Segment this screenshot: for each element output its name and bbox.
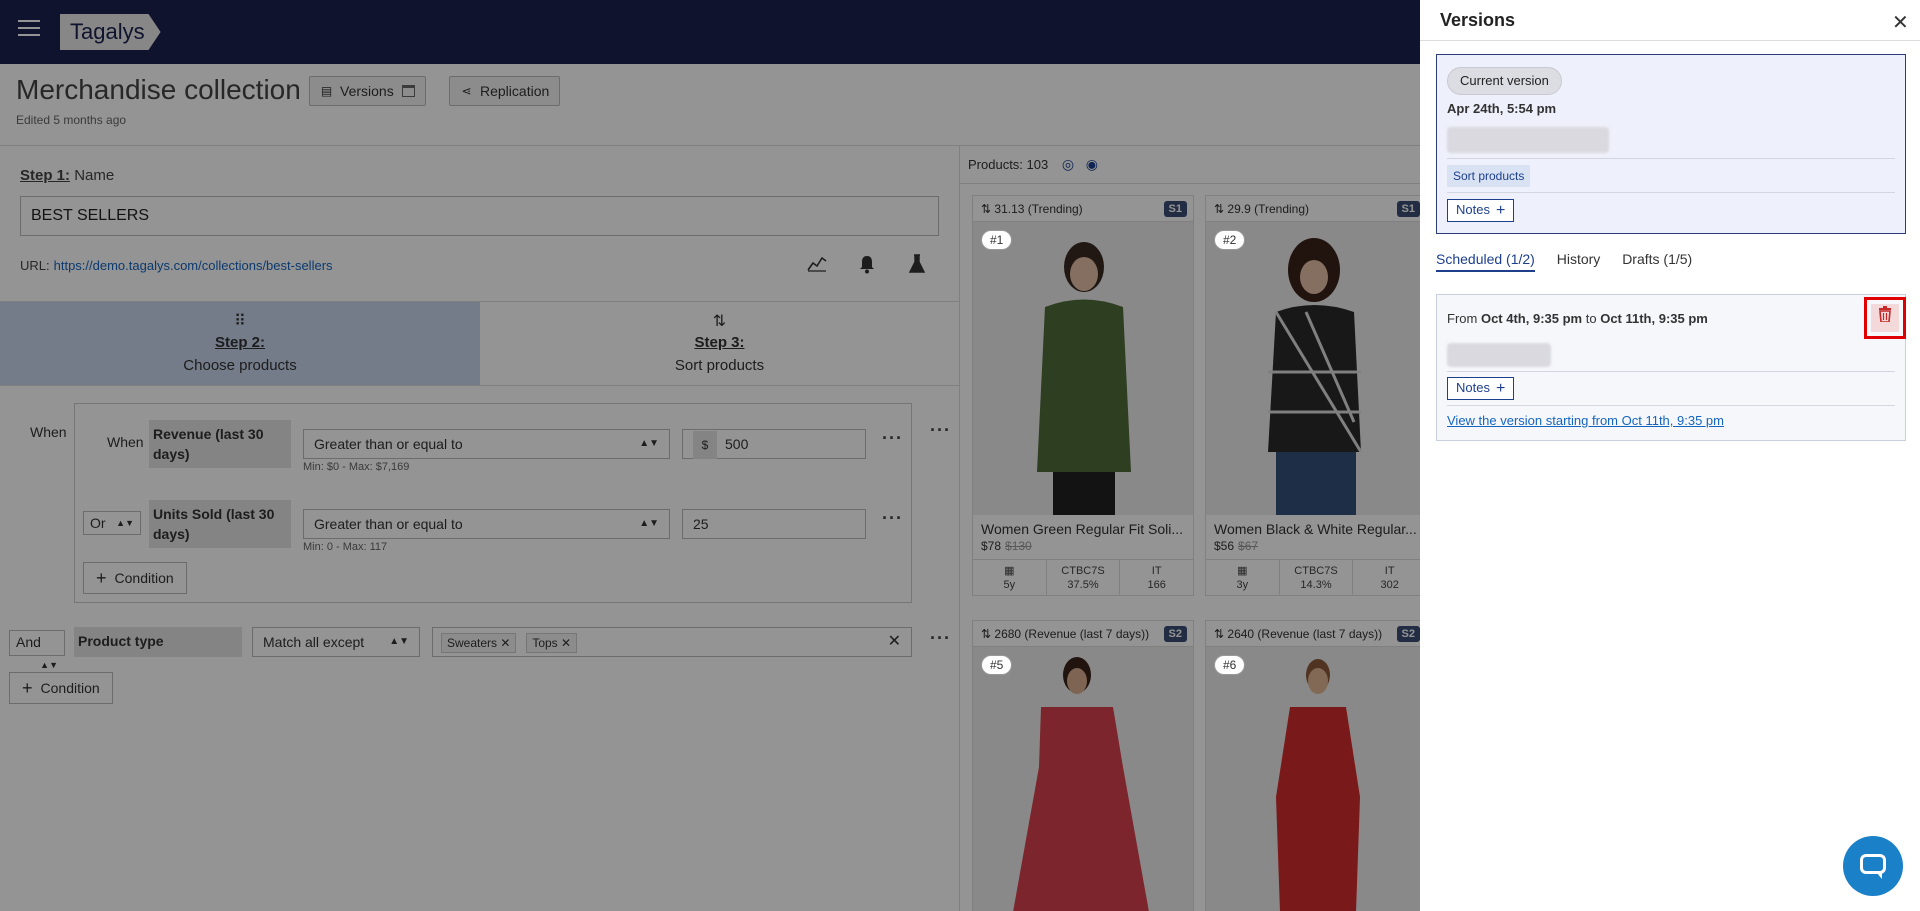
redacted-name bbox=[1447, 127, 1609, 153]
tab-drafts[interactable]: Drafts (1/5) bbox=[1622, 248, 1692, 270]
plus-icon: + bbox=[1495, 380, 1506, 397]
notes-button[interactable]: Notes + bbox=[1447, 377, 1515, 400]
versions-panel: Versions ✕ Current version Apr 24th, 5:5… bbox=[1420, 0, 1920, 911]
chat-support-button[interactable] bbox=[1843, 836, 1903, 896]
close-icon[interactable]: ✕ bbox=[1892, 10, 1909, 35]
modal-backdrop[interactable] bbox=[0, 0, 1420, 911]
delete-trash-icon[interactable] bbox=[1864, 297, 1906, 339]
version-tabs: Scheduled (1/2) History Drafts (1/5) bbox=[1436, 248, 1710, 274]
rank-badge: #2 bbox=[1214, 230, 1246, 250]
tab-scheduled[interactable]: Scheduled (1/2) bbox=[1436, 248, 1535, 272]
divider bbox=[1420, 40, 1920, 41]
notes-button[interactable]: Notes + bbox=[1447, 199, 1515, 222]
redacted-name bbox=[1447, 343, 1551, 367]
view-version-link[interactable]: View the version starting from Oct 11th,… bbox=[1447, 413, 1724, 428]
chat-bubble-icon bbox=[1860, 854, 1886, 874]
scheduled-version-card: From Oct 4th, 9:35 pm to Oct 11th, 9:35 … bbox=[1436, 294, 1906, 441]
rank-badge: #1 bbox=[981, 230, 1013, 250]
rank-badge: #6 bbox=[1214, 655, 1246, 675]
rank-badge: #5 bbox=[981, 655, 1013, 675]
current-version-card: Current version Apr 24th, 5:54 pm Sort p… bbox=[1436, 54, 1906, 234]
version-date: Apr 24th, 5:54 pm bbox=[1447, 101, 1557, 116]
schedule-range: From Oct 4th, 9:35 pm to Oct 11th, 9:35 … bbox=[1447, 311, 1708, 326]
panel-title: Versions bbox=[1440, 10, 1516, 30]
current-version-pill: Current version bbox=[1447, 67, 1562, 95]
plus-icon: + bbox=[1495, 202, 1506, 219]
sort-products-chip[interactable]: Sort products bbox=[1447, 165, 1531, 187]
tab-history[interactable]: History bbox=[1557, 248, 1601, 270]
